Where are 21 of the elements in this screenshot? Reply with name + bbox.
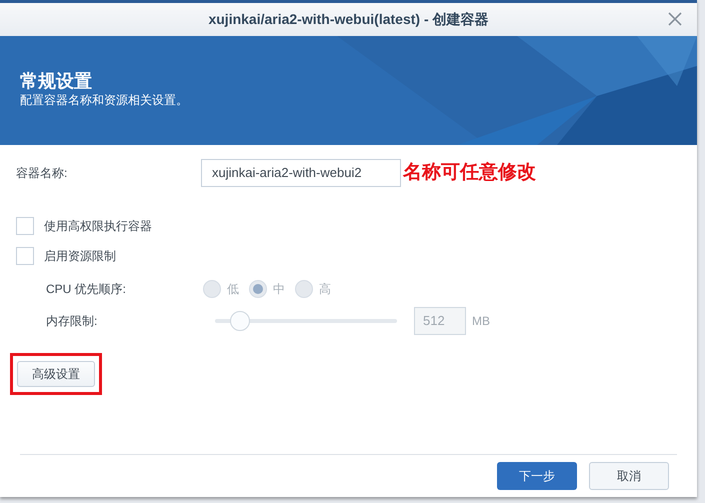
header-subtitle: 配置容器名称和资源相关设置。 — [20, 92, 188, 108]
unit-label: MB — [472, 313, 490, 330]
checkbox-label: 使用高权限执行容器 — [44, 218, 152, 235]
window-title: xujinkai/aria2-with-webui(latest) - 创建容器 — [208, 10, 489, 29]
annotation-text: 名称可任意修改 — [403, 160, 536, 185]
field-label: CPU 优先顺序: — [46, 281, 128, 298]
close-icon — [668, 12, 682, 26]
cancel-button[interactable]: 取消 — [589, 462, 669, 490]
radio-label: 高 — [319, 281, 331, 298]
field-label: 内存限制: — [46, 313, 98, 330]
checkbox[interactable] — [16, 247, 34, 265]
radio-label: 中 — [273, 281, 285, 298]
radio-label: 低 — [227, 281, 239, 298]
field-label: 容器名称: — [16, 165, 68, 182]
checkbox-label: 启用资源限制 — [44, 248, 116, 265]
checkbox[interactable] — [16, 217, 34, 235]
next-button[interactable]: 下一步 — [497, 462, 577, 490]
name-input-field[interactable]: xujinkai-aria2-with-webui2 — [201, 159, 401, 187]
advanced-settings-button[interactable]: 高级设置 — [17, 361, 95, 387]
header-title: 常规设置 — [20, 70, 93, 92]
slider-thumb[interactable] — [230, 311, 250, 331]
